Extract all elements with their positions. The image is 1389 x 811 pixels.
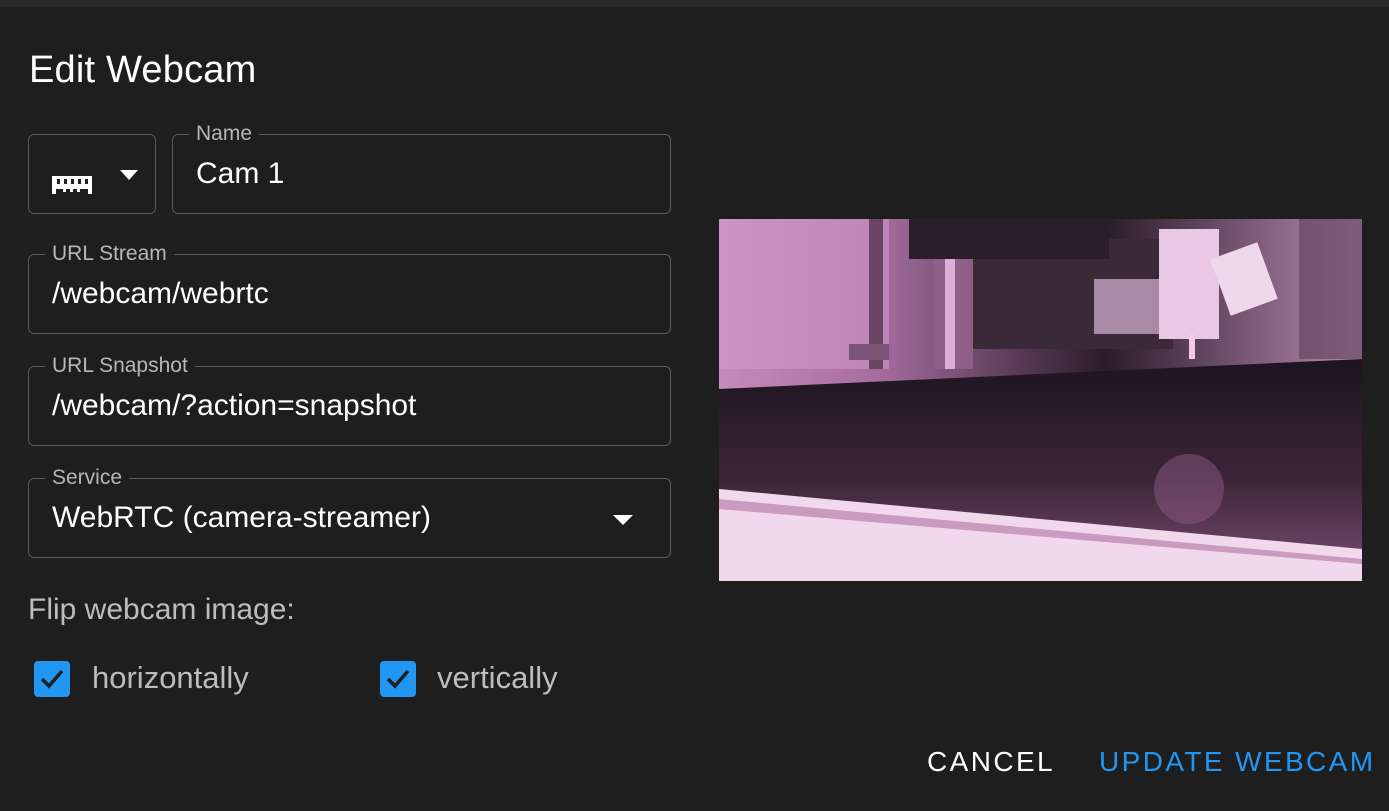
checkmark-icon: [40, 669, 64, 689]
webcam-preview: [719, 219, 1362, 581]
memory-icon: [52, 176, 92, 194]
webcam-icon-select[interactable]: [28, 134, 156, 214]
url-snapshot-field[interactable]: URL Snapshot /webcam/?action=snapshot: [28, 354, 671, 446]
url-snapshot-label: URL Snapshot: [45, 354, 195, 378]
checkmark-icon: [386, 669, 410, 689]
edit-webcam-dialog: Edit Webcam Name Cam 1 URL Stream /webca…: [0, 0, 1389, 811]
chevron-down-icon: [120, 170, 138, 180]
name-field[interactable]: Name Cam 1: [172, 122, 671, 214]
dialog-top-strip: [0, 0, 1389, 7]
url-stream-input[interactable]: /webcam/webrtc: [52, 276, 269, 312]
name-label: Name: [189, 122, 260, 146]
url-snapshot-input[interactable]: /webcam/?action=snapshot: [52, 388, 416, 424]
name-input[interactable]: Cam 1: [196, 156, 284, 192]
flip-horizontal-checkbox[interactable]: [34, 661, 70, 697]
flip-webcam-label: Flip webcam image:: [28, 593, 295, 626]
url-stream-field[interactable]: URL Stream /webcam/webrtc: [28, 242, 671, 334]
update-webcam-button[interactable]: UPDATE WEBCAM: [1099, 744, 1375, 780]
flip-vertical-checkbox[interactable]: [380, 661, 416, 697]
webcam-preview-image: [719, 219, 1362, 581]
chevron-down-icon: [613, 515, 633, 525]
service-select[interactable]: Service WebRTC (camera-streamer): [28, 466, 671, 558]
url-stream-label: URL Stream: [45, 242, 174, 266]
service-value: WebRTC (camera-streamer): [52, 501, 431, 534]
flip-horizontal-label[interactable]: horizontally: [92, 660, 249, 696]
cancel-button[interactable]: CANCEL: [927, 744, 1055, 780]
flip-vertical-label[interactable]: vertically: [437, 660, 558, 696]
dialog-title: Edit Webcam: [29, 49, 257, 91]
service-label: Service: [45, 466, 130, 490]
